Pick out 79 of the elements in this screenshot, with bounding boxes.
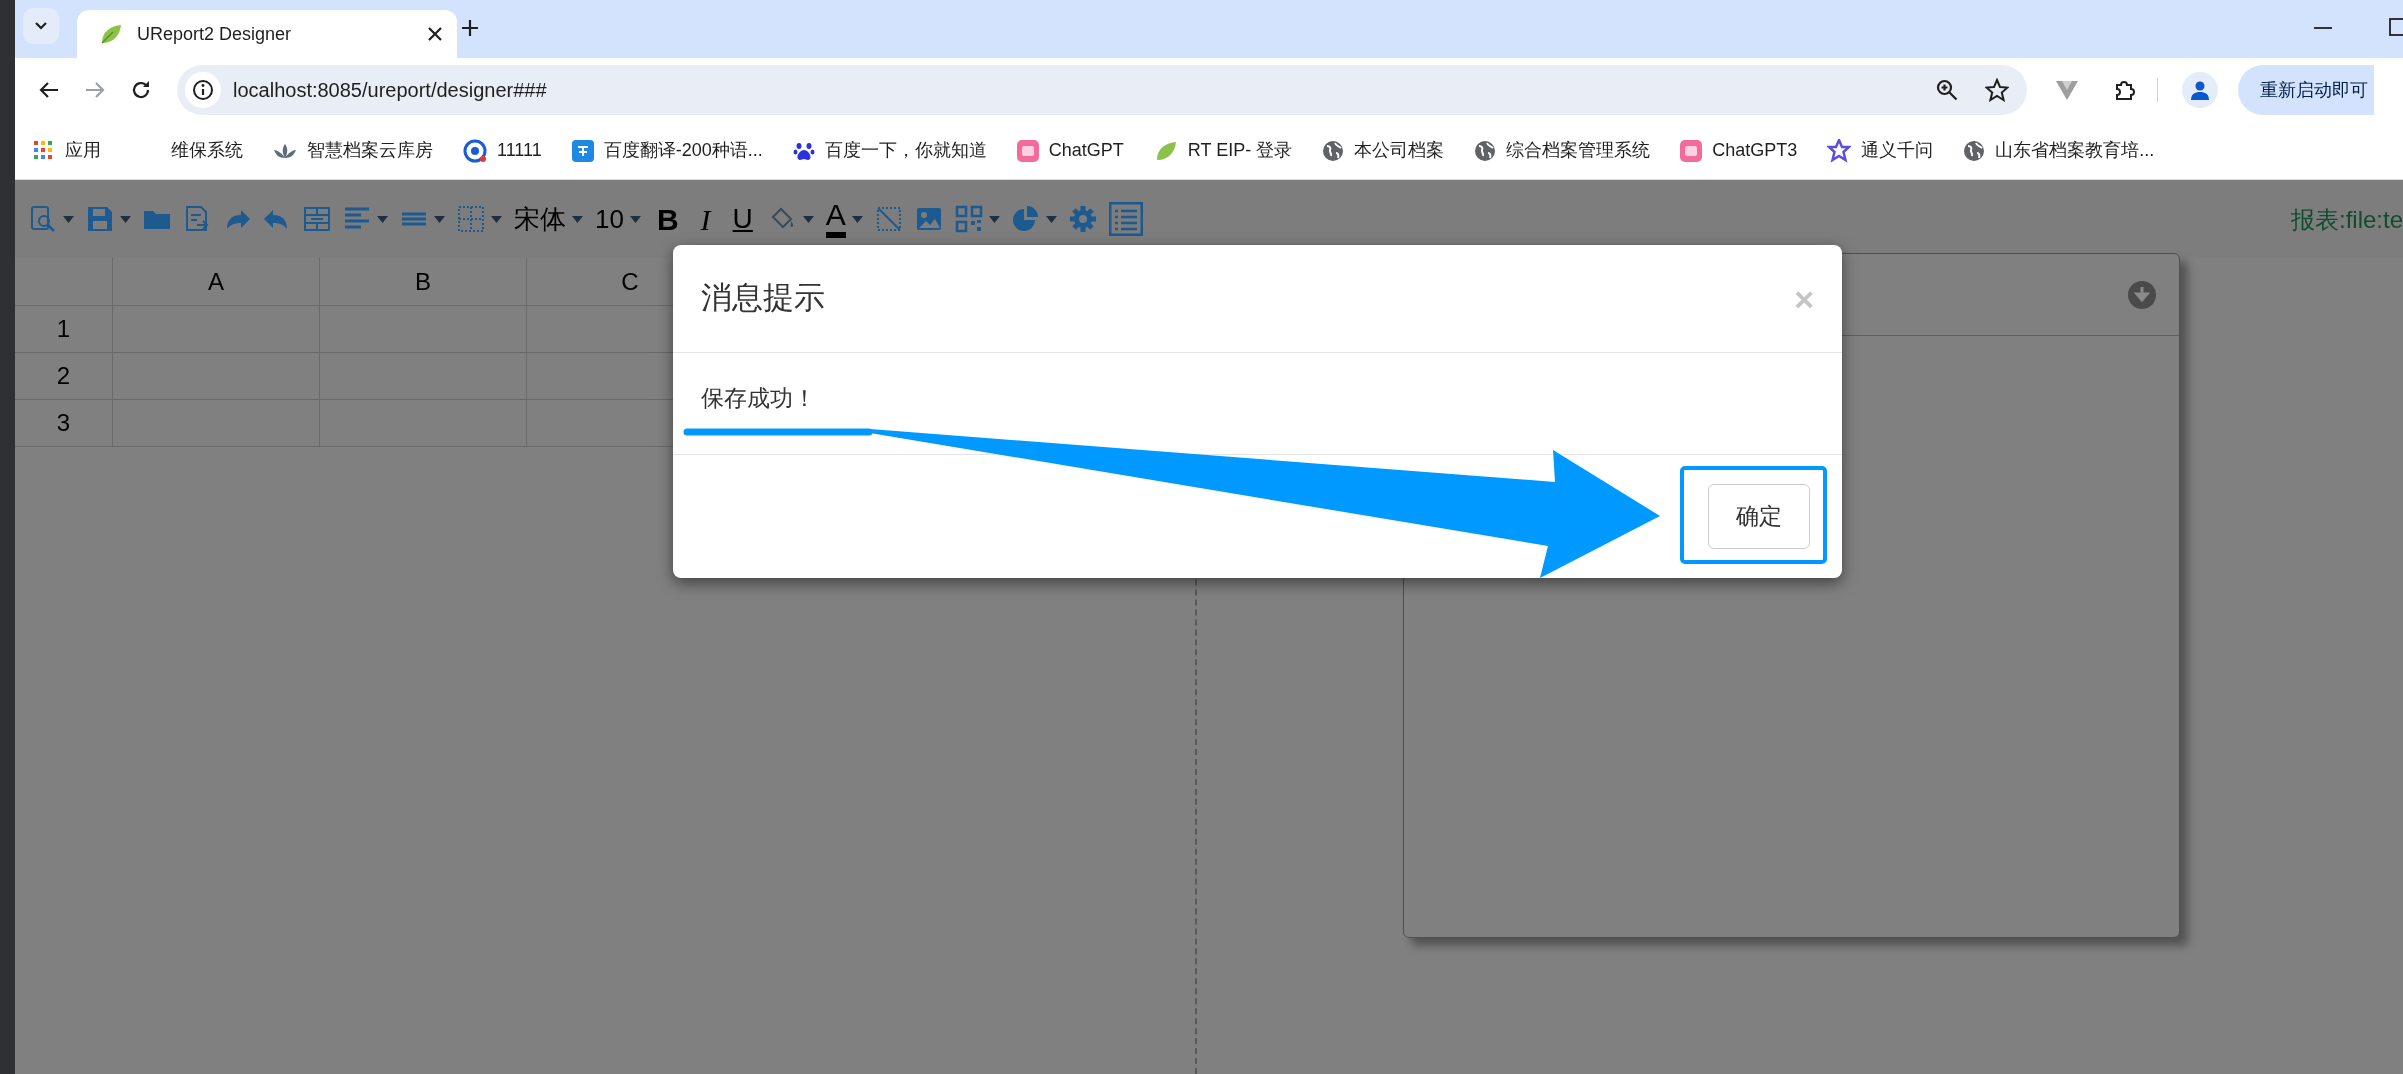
tab-title: UReport2 Designer [137,22,293,46]
font-color-button[interactable]: A [825,200,846,238]
leaf-icon [99,23,123,45]
list-icon[interactable] [1108,202,1143,236]
ok-button[interactable]: 确定 [1708,484,1810,549]
caret-icon [434,215,445,223]
caret-icon [377,215,388,223]
font-family-dropdown[interactable]: 宋体 [514,199,566,239]
font-size-dropdown[interactable]: 10 [595,199,624,239]
underline-button[interactable]: U [728,198,757,240]
row-header: 2 [15,353,113,400]
italic-button[interactable]: I [694,196,717,242]
caret-icon [1045,215,1057,223]
bookmark-item[interactable]: 山东省档案教育培... [1963,131,2155,170]
star-logo-icon [1827,138,1852,163]
v-shape-icon[interactable] [2055,79,2079,101]
bookmark-item[interactable]: RT EIP- 登录 [1153,131,1293,170]
bookmark-item[interactable]: 11111 [463,131,542,170]
caret-icon [851,215,863,223]
star-icon[interactable] [1985,78,2009,102]
url-text: localhost:8085/ureport/designer### [233,78,548,103]
plus-icon[interactable] [461,19,479,37]
bookmark-item[interactable]: 本公司档案 [1322,131,1445,170]
globe-icon [1322,139,1345,162]
image-icon[interactable] [914,205,943,233]
save-icon[interactable] [86,205,114,233]
puzzle-icon[interactable] [2113,78,2137,102]
row-header: 1 [15,306,113,353]
preview-icon[interactable] [29,205,57,233]
qr-code-icon[interactable] [954,205,983,233]
bookmark-item[interactable]: 智慧档案云库房 [273,131,433,170]
bookmark-item[interactable]: 百度翻译-200种语... [571,131,763,170]
person-icon [2190,80,2210,100]
bold-button[interactable]: B [652,196,683,242]
globe-icon [1963,139,1986,162]
settings-icon[interactable] [1068,205,1097,233]
zoom-icon[interactable] [1935,78,1959,102]
chevron-down-icon [34,21,48,31]
bookmark-item[interactable]: ChatGPT [1016,131,1124,170]
caret-icon [120,215,131,223]
clear-border-icon[interactable] [874,205,903,233]
caret-icon [988,215,1000,223]
bookmark-item[interactable]: 百度一下，你就知道 [792,131,987,170]
tab-search-button[interactable] [23,8,59,44]
caret-icon [63,215,74,223]
translate-logo-icon [571,139,594,162]
bookmark-item[interactable]: ChatGPT3 [1680,131,1798,170]
profile-button[interactable] [2182,72,2218,108]
column-header: A [113,258,320,306]
caret-icon [629,215,641,223]
message-text: 保存成功！ [701,384,816,414]
download-icon[interactable] [2127,279,2157,310]
site-info-button[interactable] [185,72,221,108]
browser-tab[interactable]: UReport2 Designer [77,10,457,58]
report-name-text: 报表:file:te [2290,205,2403,235]
circle-logo-icon [463,138,487,163]
globe-icon [1474,139,1497,162]
maximize-icon[interactable] [2389,18,2403,36]
bookmark-item[interactable]: 维保系统 [171,131,243,170]
ai-logo-icon [1680,139,1703,162]
bookmark-item[interactable]: 综合档案管理系统 [1474,131,1651,170]
column-header: B [320,258,527,306]
merge-cells-icon[interactable] [303,205,331,233]
pie-chart-icon[interactable] [1011,205,1040,233]
minimize-icon[interactable] [2314,26,2332,30]
update-button[interactable]: 重新启动即可 [2238,65,2374,115]
info-icon [192,79,214,101]
import-icon[interactable] [183,205,211,233]
row-header: 3 [15,400,113,447]
caret-icon [802,215,814,223]
apps-grid-icon [33,139,55,162]
caret-icon [572,215,583,223]
caret-icon [491,215,502,223]
close-icon[interactable] [427,26,443,42]
bookmark-item[interactable]: 通义千问 [1827,131,1934,170]
border-icon[interactable] [457,205,485,233]
ai-logo-icon [1016,139,1039,162]
bookmark-item[interactable]: 应用 [33,131,101,170]
address-bar[interactable]: localhost:8085/ureport/designer### [177,65,2027,115]
